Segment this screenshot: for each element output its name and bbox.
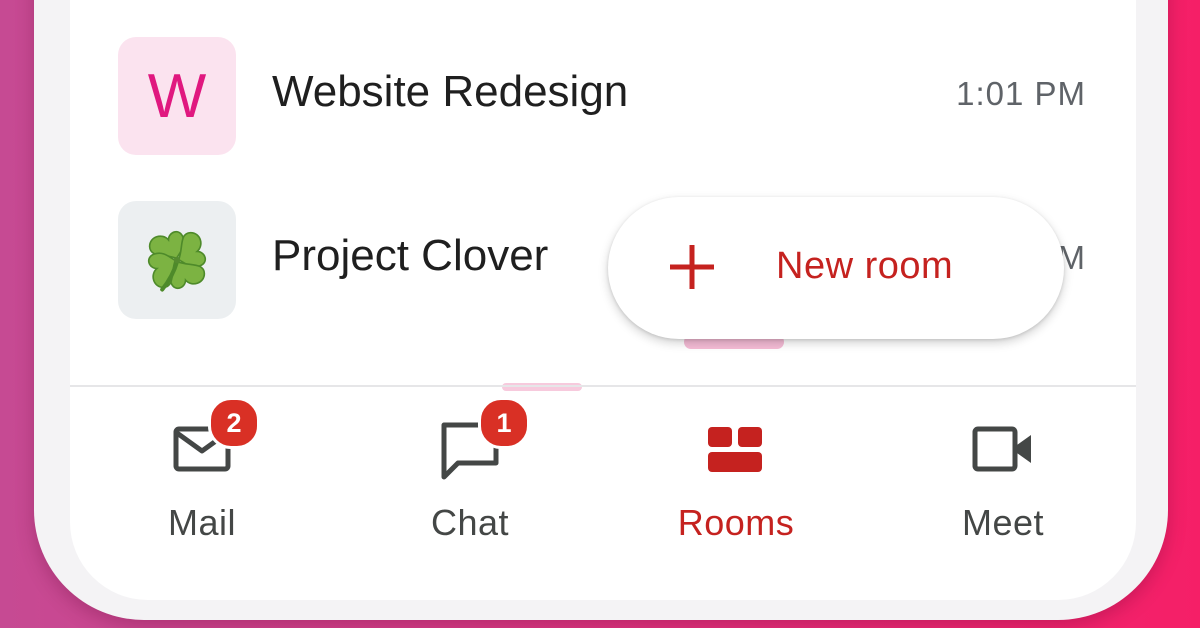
mail-unread-badge: 2 bbox=[208, 397, 260, 449]
plus-icon bbox=[670, 245, 714, 289]
new-room-button[interactable]: New room bbox=[608, 197, 1064, 339]
room-avatar bbox=[118, 201, 236, 319]
room-timestamp: 1:01 PM bbox=[956, 75, 1086, 112]
nav-tab-chat[interactable]: 1 Chat bbox=[360, 397, 580, 565]
rooms-icon bbox=[708, 427, 762, 472]
nav-tab-meet[interactable]: Meet bbox=[893, 415, 1113, 565]
room-name: Website Redesign bbox=[272, 67, 629, 116]
app-screen: W Website Redesign 1:01 PM Project Clove… bbox=[70, 0, 1136, 600]
room-avatar-letter: W bbox=[147, 61, 207, 131]
nav-label-rooms: Rooms bbox=[677, 502, 795, 543]
video-camera-icon bbox=[972, 426, 1031, 472]
nav-tab-mail[interactable]: 2 Mail bbox=[92, 397, 312, 565]
nav-label-mail: Mail bbox=[167, 502, 236, 543]
room-list-item[interactable]: W Website Redesign 1:01 PM bbox=[70, 37, 1136, 157]
bottom-nav-divider bbox=[70, 385, 1136, 387]
nav-label-meet: Meet bbox=[961, 502, 1045, 543]
nav-tab-rooms[interactable]: Rooms bbox=[626, 415, 846, 565]
room-avatar: W bbox=[118, 37, 236, 155]
chat-unread-badge: 1 bbox=[478, 397, 530, 449]
four-leaf-clover-icon bbox=[147, 230, 207, 292]
room-name: Project Clover bbox=[272, 231, 549, 280]
nav-label-chat: Chat bbox=[430, 502, 510, 543]
new-room-label: New room bbox=[776, 245, 954, 287]
